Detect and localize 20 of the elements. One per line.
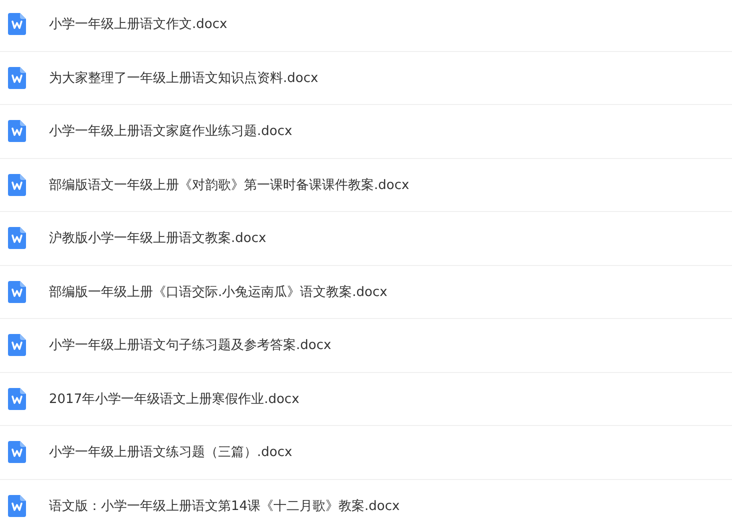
- word-document-icon: [8, 227, 26, 250]
- file-name-link[interactable]: 沪教版小学一年级上册语文教案.docx: [49, 229, 266, 248]
- file-name-link[interactable]: 小学一年级上册语文作文.docx: [49, 15, 228, 34]
- file-name-link[interactable]: 2017年小学一年级语文上册寒假作业.docx: [49, 390, 300, 408]
- file-name-link[interactable]: 为大家整理了一年级上册语文知识点资料.docx: [49, 68, 318, 87]
- file-name-link[interactable]: 小学一年级上册语文句子练习题及参考答案.docx: [49, 336, 332, 354]
- file-name-link[interactable]: 语文版：小学一年级上册语文第14课《十二月歌》教案.docx: [49, 496, 400, 515]
- word-document-icon: [8, 441, 26, 464]
- word-document-icon: [8, 334, 26, 356]
- file-name-link[interactable]: 小学一年级上册语文家庭作业练习题.docx: [49, 122, 292, 140]
- word-document-icon: [8, 388, 26, 410]
- word-document-icon: [8, 13, 26, 36]
- word-document-icon: [8, 66, 26, 89]
- file-name-link[interactable]: 部编版语文一年级上册《对韵歌》第一课时备课课件教案.docx: [49, 176, 410, 194]
- word-document-icon: [8, 280, 26, 303]
- file-name-link[interactable]: 部编版一年级上册《口语交际.小兔运南瓜》语文教案.docx: [49, 282, 388, 301]
- word-document-icon: [8, 174, 26, 196]
- word-document-icon: [8, 120, 26, 142]
- file-name-link[interactable]: 小学一年级上册语文练习题（三篇）.docx: [49, 443, 292, 462]
- word-document-icon: [8, 494, 26, 517]
